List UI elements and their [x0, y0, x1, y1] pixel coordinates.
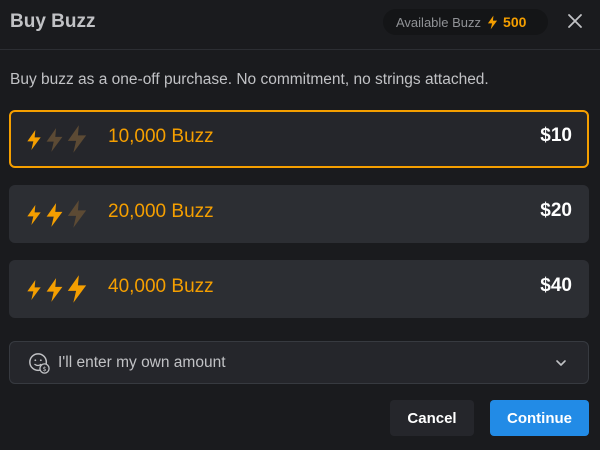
buzz-option-price: $20: [540, 200, 572, 221]
buzz-option-label: 40,000 Buzz: [108, 276, 214, 297]
bolt-rating: [26, 198, 96, 230]
lightning-icon: [67, 125, 87, 153]
buzz-option-3[interactable]: 40,000 Buzz $40: [9, 260, 589, 318]
buzz-option-label: 10,000 Buzz: [108, 126, 214, 147]
buy-buzz-modal: Buy Buzz Available Buzz 500 Buy buzz as …: [0, 0, 600, 450]
buzz-option-1[interactable]: 10,000 Buzz $10: [9, 110, 589, 168]
lightning-icon: [27, 205, 41, 225]
svg-text:$: $: [42, 365, 46, 373]
available-buzz-badge: Available Buzz 500: [383, 9, 548, 35]
custom-amount-select[interactable]: $ I'll enter my own amount: [9, 341, 589, 384]
close-icon: [568, 14, 582, 28]
bolt-rating: [26, 123, 96, 155]
available-buzz-amount: 500: [503, 14, 527, 30]
lightning-icon: [67, 275, 87, 303]
custom-amount-label: I'll enter my own amount: [58, 354, 226, 371]
available-buzz-label: Available Buzz: [396, 14, 482, 30]
modal-header: Buy Buzz Available Buzz 500: [0, 0, 600, 50]
close-button[interactable]: [562, 8, 588, 34]
buzz-option-label: 20,000 Buzz: [108, 201, 214, 222]
chevron-down-icon: [556, 360, 566, 366]
bolt-rating: [26, 273, 96, 305]
lightning-icon: [67, 200, 87, 228]
continue-button[interactable]: Continue: [490, 400, 589, 436]
lightning-icon: [487, 15, 498, 29]
buzz-option-price: $40: [540, 275, 572, 296]
lightning-icon: [46, 278, 63, 302]
buzz-option-2[interactable]: 20,000 Buzz $20: [9, 185, 589, 243]
lightning-icon: [46, 203, 63, 227]
lightning-icon: [27, 130, 41, 150]
modal-description: Buy buzz as a one-off purchase. No commi…: [10, 71, 489, 88]
lightning-icon: [27, 280, 41, 300]
coin-face-icon: $: [29, 353, 50, 374]
lightning-icon: [46, 128, 63, 152]
buzz-option-price: $10: [540, 125, 572, 146]
cancel-button[interactable]: Cancel: [390, 400, 474, 436]
modal-title: Buy Buzz: [10, 11, 96, 32]
